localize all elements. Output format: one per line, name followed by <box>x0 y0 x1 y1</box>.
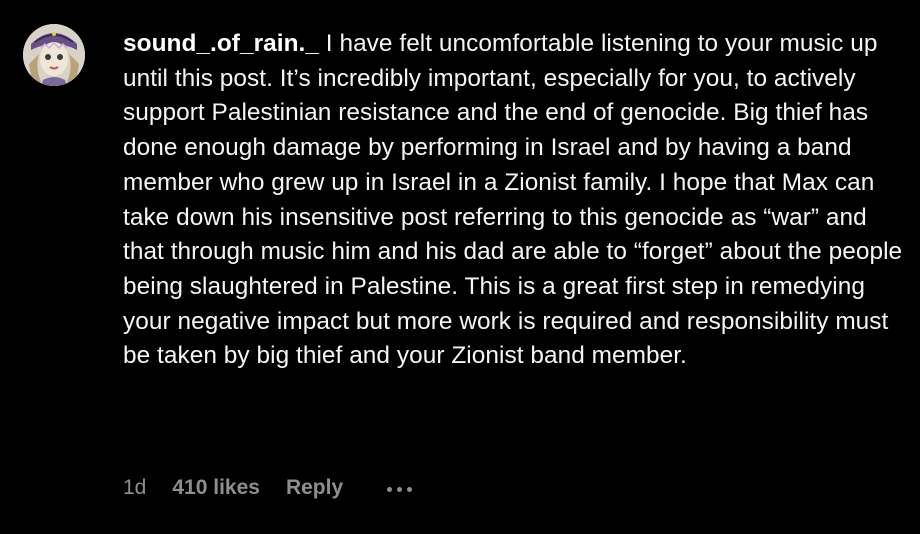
more-dot <box>397 486 403 492</box>
avatar-image <box>23 24 85 86</box>
comment-text: I have felt uncomfortable listening to y… <box>123 30 903 370</box>
avatar[interactable] <box>23 24 85 86</box>
comment-username[interactable]: sound_.of_rain._ <box>123 30 319 57</box>
comment: sound_.of_rain._ I have felt uncomfortab… <box>0 0 920 534</box>
likes-count-link[interactable]: 410 likes <box>172 476 260 500</box>
more-dot <box>407 486 413 492</box>
reply-button[interactable]: Reply <box>286 476 343 500</box>
comment-body: sound_.of_rain._ I have felt uncomfortab… <box>123 27 913 374</box>
more-horizontal-icon[interactable] <box>387 485 413 492</box>
comment-timestamp: 1d <box>123 476 147 499</box>
more-dot <box>387 486 393 492</box>
comment-meta: 1d 410 likes Reply <box>123 474 413 502</box>
